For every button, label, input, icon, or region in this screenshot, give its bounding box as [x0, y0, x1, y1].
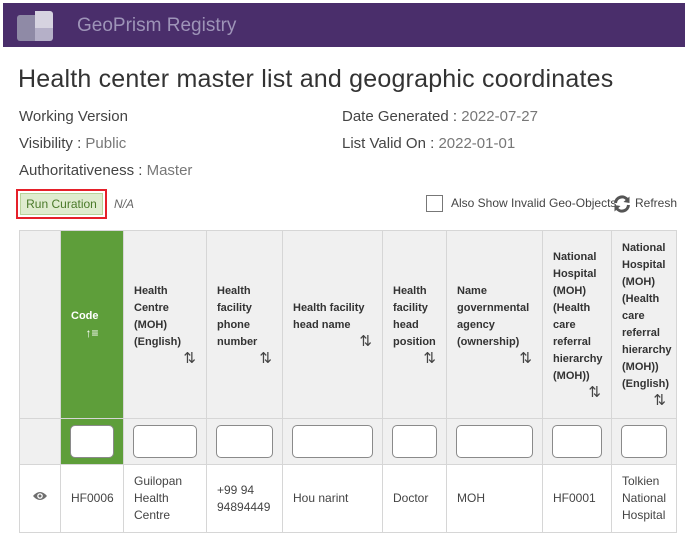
- top-bar: GeoPrism Registry: [3, 3, 685, 47]
- sort-icon[interactable]: ↑≡: [71, 325, 113, 341]
- authoritativeness: Authoritativeness : Master: [19, 162, 193, 179]
- filter-input-national-hospital-english[interactable]: [621, 425, 667, 458]
- filter-input-national-hospital[interactable]: [552, 425, 602, 458]
- column-header-national-hospital[interactable]: National Hospital (MOH) (Health care ref…: [542, 230, 612, 419]
- cell-national-hospital-english: Tolkien National Hospital: [611, 464, 677, 533]
- geo-object-table: Code ↑≡ Health Centre (MOH) (English) ⇅ He…: [19, 230, 677, 533]
- sort-icon[interactable]: ⇅: [134, 350, 196, 367]
- logo-icon[interactable]: [17, 11, 53, 41]
- column-header-code[interactable]: Code ↑≡: [60, 230, 124, 419]
- eye-icon[interactable]: [32, 490, 48, 502]
- filter-cell: [282, 418, 383, 465]
- filter-input-head-position[interactable]: [392, 425, 437, 458]
- filter-cell-empty: [19, 418, 61, 465]
- filter-cell: [542, 418, 612, 465]
- run-curation-button[interactable]: Run Curation: [16, 189, 107, 219]
- cell-code: HF0006: [60, 464, 124, 533]
- filter-cell: [60, 418, 124, 465]
- list-valid-on: List Valid On : 2022-01-01: [342, 135, 516, 152]
- filter-cell: [123, 418, 207, 465]
- filter-input-head-name[interactable]: [292, 425, 373, 458]
- show-invalid-label: Also Show Invalid Geo-Objects: [451, 196, 617, 210]
- filter-cell: [382, 418, 447, 465]
- date-generated: Date Generated : 2022-07-27: [342, 108, 538, 125]
- filter-input-phone[interactable]: [216, 425, 273, 458]
- sort-icon[interactable]: ⇅: [622, 393, 666, 409]
- filter-cell: [206, 418, 283, 465]
- row-view-cell[interactable]: [19, 464, 61, 533]
- working-version: Working Version: [19, 108, 128, 125]
- filter-cell: [611, 418, 677, 465]
- app-title[interactable]: GeoPrism Registry: [77, 15, 236, 37]
- filter-cell: [446, 418, 543, 465]
- column-header-phone[interactable]: Health facility phone number ⇅: [206, 230, 283, 419]
- column-header-head-name[interactable]: Health facility head name ⇅: [282, 230, 383, 419]
- refresh-icon: [614, 195, 630, 213]
- column-header-health-centre[interactable]: Health Centre (MOH) (English) ⇅: [123, 230, 207, 419]
- cell-head-position: Doctor: [382, 464, 447, 533]
- cell-agency: MOH: [446, 464, 543, 533]
- filter-input-health-centre[interactable]: [133, 425, 197, 458]
- cell-national-hospital: HF0001: [542, 464, 612, 533]
- filter-input-agency[interactable]: [456, 425, 533, 458]
- cell-head-name: Hou narint: [282, 464, 383, 533]
- sort-icon[interactable]: ⇅: [553, 384, 601, 401]
- sort-icon[interactable]: ⇅: [457, 350, 532, 367]
- column-header-national-hospital-english[interactable]: National Hospital (MOH) (Health care ref…: [611, 230, 677, 419]
- sort-icon[interactable]: ⇅: [217, 350, 272, 367]
- show-invalid-checkbox[interactable]: [426, 195, 443, 212]
- sort-icon[interactable]: ⇅: [393, 350, 436, 367]
- visibility: Visibility : Public: [19, 135, 127, 152]
- cell-health-centre: Guilopan Health Centre: [123, 464, 207, 533]
- cell-phone: +99 94 94894449: [206, 464, 283, 533]
- curation-status: N/A: [114, 197, 135, 211]
- table-row[interactable]: HF0006 Guilopan Health Centre +99 94 948…: [19, 464, 677, 533]
- filter-input-code[interactable]: [70, 425, 114, 458]
- column-header-agency[interactable]: Name governmental agency (ownership) ⇅: [446, 230, 543, 419]
- column-header-head-position[interactable]: Health facility head position ⇅: [382, 230, 447, 419]
- filter-row: [19, 418, 677, 465]
- view-column-header: [19, 230, 61, 419]
- page-title: Health center master list and geographic…: [18, 65, 614, 93]
- sort-icon[interactable]: ⇅: [293, 333, 372, 350]
